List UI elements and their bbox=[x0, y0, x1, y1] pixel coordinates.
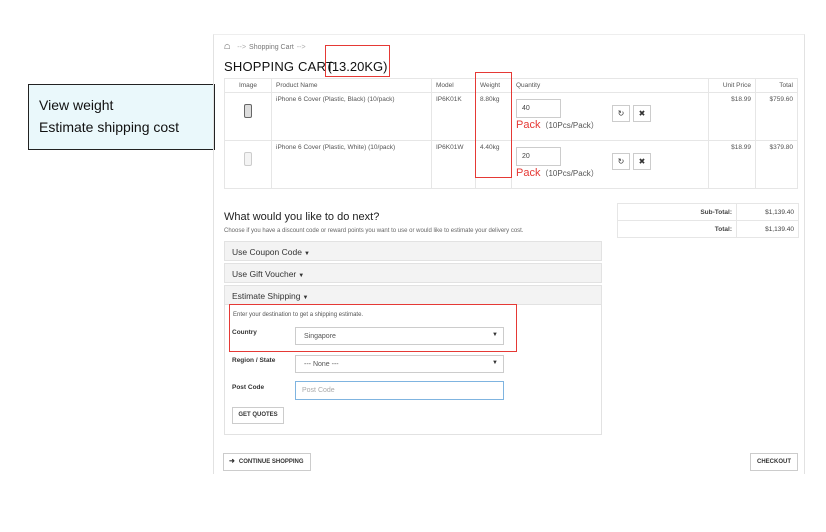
product-model: IP6K01K bbox=[431, 92, 476, 141]
caret-down-icon: ▼ bbox=[303, 251, 310, 257]
continue-shopping-label: CONTINUE SHOPPING bbox=[238, 459, 304, 465]
caret-down-icon: ▼ bbox=[302, 295, 309, 301]
header-product: Product Name bbox=[271, 78, 432, 93]
total-weight: (13.20KG) bbox=[327, 59, 388, 74]
callout-line-shipping: Estimate shipping cost bbox=[39, 119, 180, 135]
header-model: Model bbox=[431, 78, 476, 93]
postcode-label: Post Code bbox=[232, 384, 265, 391]
country-select[interactable]: Singapore ▼ bbox=[295, 327, 504, 345]
breadcrumb-separator: --> bbox=[237, 44, 247, 51]
total-value: $1,139.40 bbox=[736, 220, 799, 238]
continue-shopping-button[interactable]: ➜ CONTINUE SHOPPING bbox=[223, 453, 311, 471]
cart-page: ☖ --> Shopping Cart --> SHOPPING CART (13.2… bbox=[213, 34, 805, 474]
subtotal-row: Sub-Total: $1,139.40 bbox=[617, 203, 799, 221]
header-unit-price: Unit Price bbox=[708, 78, 756, 93]
coupon-accordion-label: Use Coupon Code bbox=[232, 247, 302, 257]
product-thumbnail[interactable] bbox=[244, 152, 252, 166]
pack-label: Pack bbox=[516, 119, 541, 131]
region-select-value: --- None --- bbox=[304, 361, 339, 368]
quantity-cell: 40 Pack（10Pcs/Pack） ↻ ✖ bbox=[511, 92, 709, 141]
pack-info: Pack（10Pcs/Pack） bbox=[516, 119, 704, 131]
quantity-cell: 20 Pack（10Pcs/Pack） ↻ ✖ bbox=[511, 140, 709, 189]
totals-table: Sub-Total: $1,139.40 Total: $1,139.40 bbox=[617, 203, 799, 238]
checkout-button[interactable]: CHECKOUT bbox=[750, 453, 798, 471]
shipping-accordion-label: Estimate Shipping bbox=[232, 291, 301, 301]
next-heading: What would you like to do next? bbox=[224, 211, 380, 223]
next-description: Choose if you have a discount code or re… bbox=[224, 228, 524, 234]
country-select-value: Singapore bbox=[304, 333, 336, 340]
product-name[interactable]: iPhone 6 Cover (Plastic, White) (10/pack… bbox=[271, 140, 432, 189]
postcode-input[interactable]: Post Code bbox=[295, 381, 504, 400]
get-quotes-button[interactable]: GET QUOTES bbox=[232, 407, 284, 424]
refresh-icon[interactable]: ↻ bbox=[612, 153, 630, 170]
remove-icon[interactable]: ✖ bbox=[633, 153, 651, 170]
callout-line-weight: View weight bbox=[39, 97, 114, 113]
breadcrumb: ☖ --> Shopping Cart --> bbox=[224, 43, 309, 51]
total-weight-highlight: (13.20KG) bbox=[325, 45, 390, 77]
total-label: Total: bbox=[617, 220, 737, 238]
voucher-accordion-label: Use Gift Voucher bbox=[232, 269, 297, 279]
quantity-input[interactable]: 40 bbox=[516, 99, 561, 118]
select-arrow-icon: ▼ bbox=[492, 332, 498, 338]
voucher-accordion[interactable]: Use Gift Voucher ▼ bbox=[224, 263, 602, 283]
breadcrumb-shopping-cart[interactable]: Shopping Cart bbox=[249, 44, 294, 51]
coupon-accordion[interactable]: Use Coupon Code ▼ bbox=[224, 241, 602, 261]
product-thumbnail[interactable] bbox=[244, 104, 252, 118]
shipping-hint: Enter your destination to get a shipping… bbox=[233, 312, 364, 318]
product-name[interactable]: iPhone 6 Cover (Plastic, Black) (10/pack… bbox=[271, 92, 432, 141]
country-label: Country bbox=[232, 329, 257, 336]
line-total: $379.80 bbox=[755, 140, 798, 189]
arrow-right-icon: ➜ bbox=[229, 458, 235, 465]
pack-detail: （10Pcs/Pack） bbox=[540, 169, 599, 178]
unit-price: $18.99 bbox=[708, 92, 756, 141]
unit-price: $18.99 bbox=[708, 140, 756, 189]
pack-info: Pack（10Pcs/Pack） bbox=[516, 167, 704, 179]
shipping-panel: Enter your destination to get a shipping… bbox=[224, 304, 602, 435]
header-image: Image bbox=[224, 78, 272, 93]
region-label: Region / State bbox=[232, 357, 276, 364]
breadcrumb-separator: --> bbox=[296, 44, 306, 51]
select-arrow-icon: ▼ bbox=[492, 360, 498, 366]
refresh-icon[interactable]: ↻ bbox=[612, 105, 630, 122]
subtotal-value: $1,139.40 bbox=[736, 203, 799, 221]
product-image-cell bbox=[224, 92, 272, 141]
total-row: Total: $1,139.40 bbox=[617, 220, 799, 238]
home-icon[interactable]: ☖ bbox=[224, 44, 230, 51]
product-model: IP6K01W bbox=[431, 140, 476, 189]
shipping-accordion[interactable]: Estimate Shipping ▼ bbox=[224, 285, 602, 305]
annotation-callout: View weight Estimate shipping cost bbox=[28, 84, 215, 150]
subtotal-label: Sub-Total: bbox=[617, 203, 737, 221]
header-total: Total bbox=[755, 78, 798, 93]
header-quantity: Quantity bbox=[511, 78, 709, 93]
page-title: SHOPPING CART bbox=[224, 59, 334, 74]
caret-down-icon: ▼ bbox=[298, 273, 305, 279]
region-select[interactable]: --- None --- ▼ bbox=[295, 355, 504, 373]
remove-icon[interactable]: ✖ bbox=[633, 105, 651, 122]
pack-label: Pack bbox=[516, 167, 541, 179]
weight-column-highlight bbox=[475, 72, 512, 178]
quantity-input[interactable]: 20 bbox=[516, 147, 561, 166]
pack-detail: （10Pcs/Pack） bbox=[540, 121, 599, 130]
product-image-cell bbox=[224, 140, 272, 189]
line-total: $759.60 bbox=[755, 92, 798, 141]
